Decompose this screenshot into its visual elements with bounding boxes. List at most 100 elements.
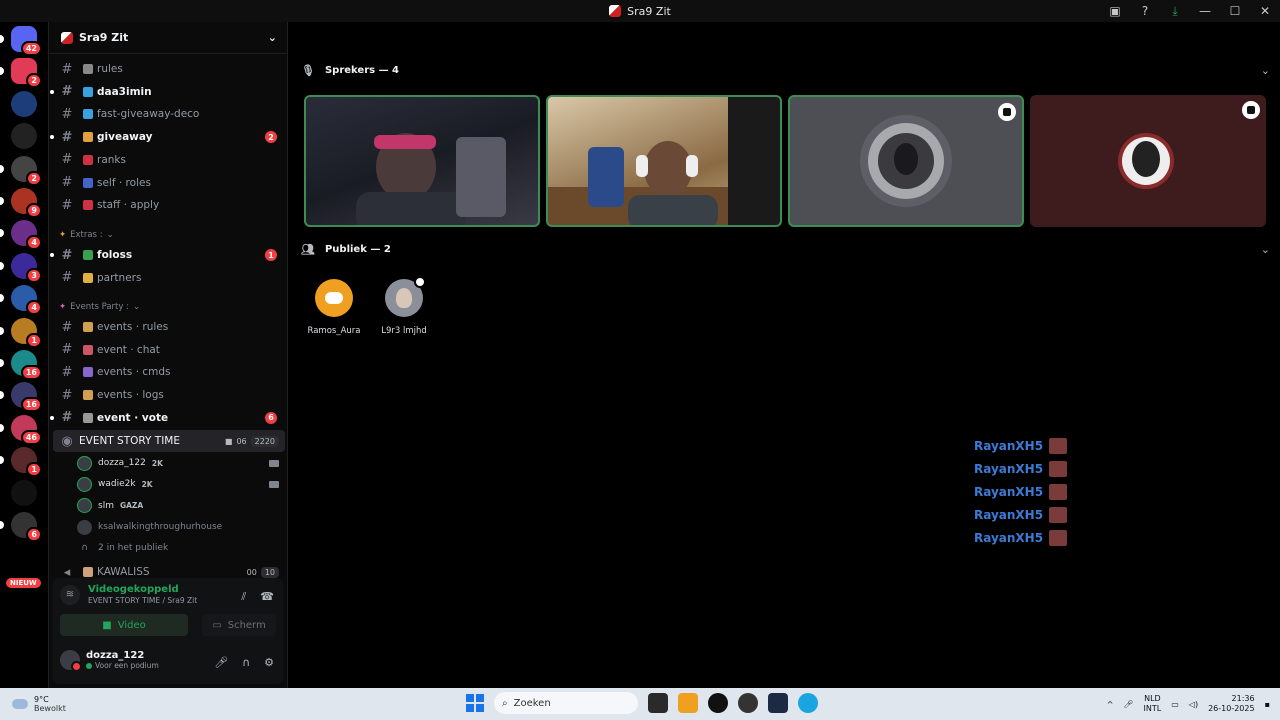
server-icon[interactable] (11, 123, 37, 150)
chevron-down-icon[interactable]: ⌄ (1261, 64, 1270, 77)
text-channel[interactable]: # daa3imin (50, 81, 285, 103)
text-channel[interactable]: # event · chat (53, 339, 285, 361)
weather-widget[interactable]: 9°C Bewolkt (12, 695, 66, 713)
hash-icon: # (61, 152, 73, 168)
maximize-button[interactable]: ☐ (1220, 0, 1250, 22)
server-icon[interactable]: 46 (0, 414, 42, 445)
server-icon[interactable]: 4 (0, 285, 42, 316)
network-icon[interactable]: ▭ (1171, 700, 1179, 709)
screen-share-button[interactable]: ▭ Scherm (202, 614, 276, 636)
avatar[interactable] (385, 276, 426, 317)
steam-icon[interactable] (768, 693, 788, 713)
clock[interactable]: 21:36 26-10-2025 (1208, 694, 1255, 714)
voice-user[interactable]: ksalwalkingthroughurhouse (77, 517, 283, 537)
avatar[interactable] (77, 519, 92, 535)
server-icon[interactable]: 2 (0, 155, 42, 186)
server-icon[interactable]: 4 (0, 220, 42, 251)
text-channel[interactable]: # event · vote 6 (50, 407, 285, 429)
server-icon[interactable]: 1 (0, 317, 42, 348)
video-icon: ■ (224, 436, 233, 446)
server-icon[interactable] (11, 90, 37, 117)
volume-icon[interactable]: ◁) (1189, 700, 1198, 709)
notification-icon[interactable]: ▪ (1265, 700, 1270, 709)
app-icon[interactable] (738, 693, 758, 713)
cloud-icon (12, 699, 28, 709)
github-icon[interactable] (708, 693, 728, 713)
server-icon[interactable]: 1 (0, 447, 42, 478)
voice-user[interactable]: wadie2k 2K (77, 474, 283, 494)
avatar[interactable] (77, 476, 92, 492)
edge-icon[interactable] (798, 693, 818, 713)
unread-dot (50, 253, 54, 257)
new-badge[interactable]: NIEUW (6, 578, 41, 588)
chevron-down-icon[interactable]: ⌄ (1261, 243, 1270, 256)
audience-count-row[interactable]: ∩ 2 in het publiek (77, 538, 283, 558)
text-channel[interactable]: # staff · apply (53, 194, 285, 216)
voice-status[interactable]: Videogekoppeld (88, 584, 197, 595)
inbox-icon[interactable]: ▣ (1100, 0, 1130, 22)
category-events[interactable]: ✦ Events Party : ⌄ (59, 302, 140, 312)
speakers-header[interactable]: 🎙︎ Sprekers — 4 (301, 64, 399, 77)
video-button[interactable]: ■ Video (60, 614, 188, 636)
taskbar-search[interactable]: ⌕ Zoeken (494, 692, 638, 714)
avatar[interactable] (315, 279, 353, 317)
minimize-button[interactable]: — (1190, 0, 1220, 22)
avatar[interactable] (77, 498, 92, 514)
audience-member[interactable]: Ramos_Aura (302, 279, 366, 336)
avatar[interactable] (77, 455, 92, 471)
close-button[interactable]: ✕ (1250, 0, 1280, 22)
speaker-tile-video-2[interactable] (546, 95, 782, 227)
task-view-icon[interactable] (648, 693, 668, 713)
speaker-avatar-3 (860, 115, 952, 207)
disconnect-icon[interactable]: ☎ (260, 590, 274, 604)
stage-channel[interactable]: ◉ EVENT STORY TIME ■ 06 2220 (53, 430, 285, 452)
audience-header[interactable]: 👥︎ Publiek — 2 (301, 243, 391, 256)
server-icon[interactable]: 3 (0, 252, 42, 283)
guild-header[interactable]: Sra9 Zit ⌄ (49, 22, 287, 54)
text-channel[interactable]: # foloss 1 (50, 244, 285, 266)
headphones-icon[interactable]: ∩ (242, 656, 250, 669)
signal-icon[interactable]: ≋ (60, 584, 80, 605)
microphone-icon[interactable]: 🎤︎ (1123, 700, 1133, 709)
server-icon[interactable]: 16 (0, 350, 42, 380)
text-channel[interactable]: # fast-giveaway-deco (53, 103, 285, 125)
channel-emoji-icon (83, 177, 93, 188)
speaker-tile-3[interactable] (788, 95, 1024, 227)
voice-channel-path[interactable]: EVENT STORY TIME / Sra9 Zit (88, 596, 197, 605)
text-channel[interactable]: # rules (53, 58, 285, 80)
help-icon[interactable]: ? (1130, 0, 1160, 22)
chevron-down-icon[interactable]: ⌄ (268, 31, 277, 44)
server-icon[interactable]: 6 (0, 512, 42, 542)
windows-start-icon[interactable] (466, 694, 484, 712)
text-channel[interactable]: # ranks (53, 149, 285, 171)
category-extras[interactable]: ✦ Extras : ⌄ (59, 230, 114, 240)
audience-member[interactable]: L9r3 lmjhd (372, 276, 436, 336)
gear-icon[interactable]: ⚙ (264, 656, 274, 669)
chevron-up-icon[interactable]: ^ (1107, 700, 1114, 709)
channel-emoji-icon (83, 367, 93, 378)
discord-taskbar-icon[interactable] (678, 693, 698, 713)
text-channel[interactable]: # self · roles (53, 172, 285, 194)
voice-user[interactable]: dozza_122 2K (77, 453, 283, 473)
server-icon[interactable]: 2 (0, 58, 42, 89)
user-panel[interactable]: dozza_122 Voor een podium (60, 650, 159, 672)
speaker-tile-video-1[interactable] (304, 95, 540, 227)
server-icon[interactable]: 9 (0, 188, 42, 218)
voice-user[interactable]: slm GAZA (77, 496, 283, 516)
text-channel[interactable]: # partners (53, 267, 285, 289)
speaker-tile-4[interactable] (1030, 95, 1266, 227)
microphone-icon[interactable]: 🎤︎ (214, 656, 228, 669)
noise-suppression-icon[interactable]: ⫽ (241, 590, 246, 604)
text-channel[interactable]: # events · cmds (53, 361, 285, 383)
server-icon[interactable] (11, 479, 37, 506)
text-channel[interactable]: # giveaway 2 (50, 126, 285, 148)
text-channel[interactable]: # events · rules (53, 316, 285, 338)
unread-pill (0, 229, 4, 238)
avatar[interactable] (60, 650, 82, 672)
download-icon[interactable]: ⤓ (1160, 0, 1190, 22)
server-icon[interactable]: 16 (0, 382, 42, 413)
text-channel[interactable]: # events · logs (53, 384, 285, 406)
server-icon[interactable]: 42 (0, 26, 42, 56)
overlay-name: RayanXH5 (974, 531, 1044, 545)
language-indicator[interactable]: NLD INTL (1144, 694, 1162, 714)
